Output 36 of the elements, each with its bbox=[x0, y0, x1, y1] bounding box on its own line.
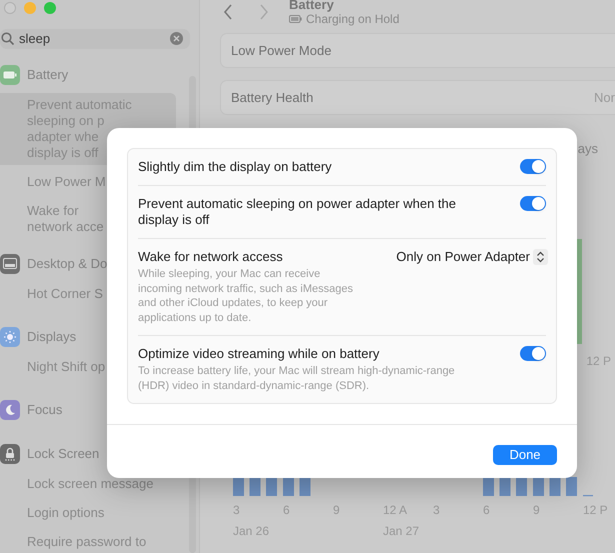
setting-description: To increase battery life, your Mac will stream high-dynamic-range (HDR) video in standard-dynamic-range (SDR). bbox=[138, 364, 456, 393]
up-down-chevron-icon bbox=[533, 249, 548, 265]
search-field[interactable]: sleep bbox=[0, 29, 190, 48]
sidebar-item[interactable]: Login options bbox=[0, 500, 176, 524]
sidebar-item[interactable]: Require password to bbox=[0, 530, 176, 553]
zoom-window-button[interactable] bbox=[44, 2, 56, 14]
sidebar-section[interactable]: Lock Screen bbox=[27, 444, 100, 464]
setting-title: Optimize video streaming while on battery bbox=[138, 346, 380, 362]
moon-icon bbox=[0, 400, 20, 420]
toggle-switch[interactable] bbox=[520, 159, 546, 174]
toggle-switch[interactable] bbox=[520, 196, 546, 211]
lock-icon bbox=[0, 444, 20, 464]
status-text: Charging on Hold bbox=[306, 12, 400, 26]
sun-icon bbox=[0, 326, 20, 346]
sidebar-section[interactable]: Battery bbox=[27, 64, 68, 84]
setting-title: Prevent automatic sleeping on power adapter when the display is off bbox=[138, 196, 457, 228]
period-tab[interactable]: ays bbox=[578, 139, 598, 159]
page-title: Battery bbox=[289, 0, 335, 12]
search-icon bbox=[1, 32, 15, 46]
sidebar-item[interactable]: Lock screen message bbox=[0, 472, 176, 496]
setting-description: While sleeping, your Mac can receive incoming network traffic, such as iMessages and other iCloud updates, to keep your applications up to date. bbox=[138, 267, 354, 325]
done-button[interactable]: Done bbox=[493, 445, 557, 465]
battery-icon bbox=[0, 64, 20, 84]
forward-icon[interactable] bbox=[259, 4, 269, 20]
toggle-switch[interactable] bbox=[520, 346, 546, 361]
sidebar-section[interactable]: Focus bbox=[27, 400, 62, 420]
settings-row[interactable]: Low Power Mode bbox=[220, 33, 615, 68]
clear-search-icon[interactable] bbox=[170, 32, 183, 46]
desktop-icon bbox=[0, 254, 20, 274]
close-window-button[interactable] bbox=[4, 2, 16, 14]
back-icon[interactable] bbox=[223, 4, 233, 20]
battery-icon bbox=[289, 15, 302, 23]
popup-button[interactable]: Only on Power Adapter bbox=[396, 249, 548, 265]
sidebar-section[interactable]: Displays bbox=[27, 326, 76, 346]
sidebar-section[interactable]: Desktop & Do bbox=[27, 254, 108, 274]
setting-title: Wake for network access bbox=[138, 249, 284, 265]
